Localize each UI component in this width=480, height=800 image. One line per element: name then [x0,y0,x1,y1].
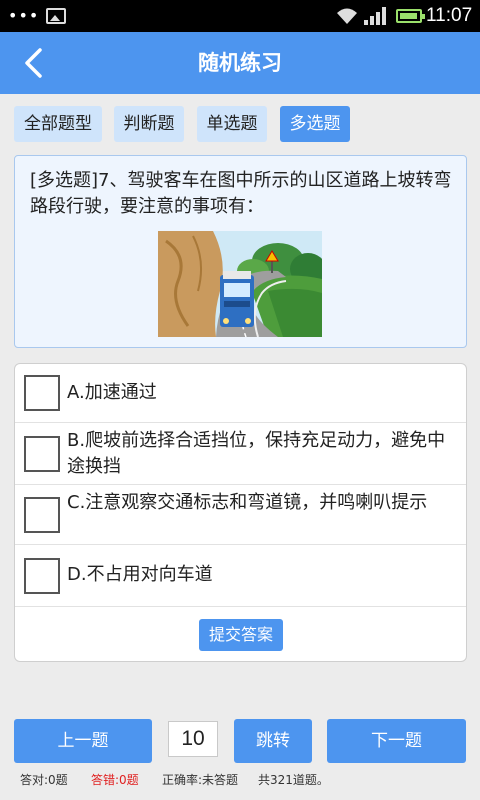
question-card: [多选题]7、驾驶客车在图中所示的山区道路上坡转弯路段行驶，要注意的事项有： [14,155,467,348]
previous-question-button[interactable]: 上一题 [14,719,152,763]
option-label-d: D.不占用对向车道 [67,564,213,585]
option-label-b: B.爬坡前选择合适挡位，保持充足动力，避免中途换挡 [67,430,446,477]
status-bar: ••• 11:07 [0,0,480,32]
correct-count: 答对:0题 [20,773,68,787]
question-number-input[interactable]: 10 [168,721,218,757]
status-time: 11:07 [426,5,473,26]
checkbox-a[interactable] [24,375,60,411]
total-questions: 共321道题。 [258,773,329,787]
more-dots-icon: ••• [8,6,40,25]
tab-single-choice[interactable]: 单选题 [197,106,267,142]
checkbox-b[interactable] [24,436,60,472]
page-title: 随机练习 [198,51,282,75]
wrong-count: 答错:0题 [91,773,139,787]
question-text: [多选题]7、驾驶客车在图中所示的山区道路上坡转弯路段行驶，要注意的事项有： [30,170,452,217]
jump-button[interactable]: 跳转 [234,719,312,763]
next-question-button[interactable]: 下一题 [327,719,466,763]
option-row-b[interactable]: B.爬坡前选择合适挡位，保持充足动力，避免中途换挡 [15,423,466,485]
battery-icon [396,9,425,23]
options-card: A.加速通过 B.爬坡前选择合适挡位，保持充足动力，避免中途换挡 C.注意观察交… [14,363,467,662]
road-scene-illustration [158,231,322,337]
image-notification-icon [46,8,66,24]
option-row-a[interactable]: A.加速通过 [15,364,466,423]
submit-answer-button[interactable]: 提交答案 [199,619,283,651]
checkbox-d[interactable] [24,558,60,594]
accuracy-rate: 正确率:未答题 [162,773,239,787]
option-label-a: A.加速通过 [67,382,157,403]
tab-multiple-choice[interactable]: 多选题 [280,106,350,142]
option-row-c[interactable]: C.注意观察交通标志和弯道镜，并鸣喇叭提示 [15,485,466,545]
option-label-c: C.注意观察交通标志和弯道镜，并鸣喇叭提示 [67,492,428,513]
tab-all-types[interactable]: 全部题型 [14,106,102,142]
checkbox-c[interactable] [24,497,60,533]
app-header: 随机练习 [0,32,480,94]
tab-true-false[interactable]: 判断题 [114,106,184,142]
option-row-d[interactable]: D.不占用对向车道 [15,545,466,607]
signal-icon [364,7,386,25]
wifi-icon [337,8,357,24]
